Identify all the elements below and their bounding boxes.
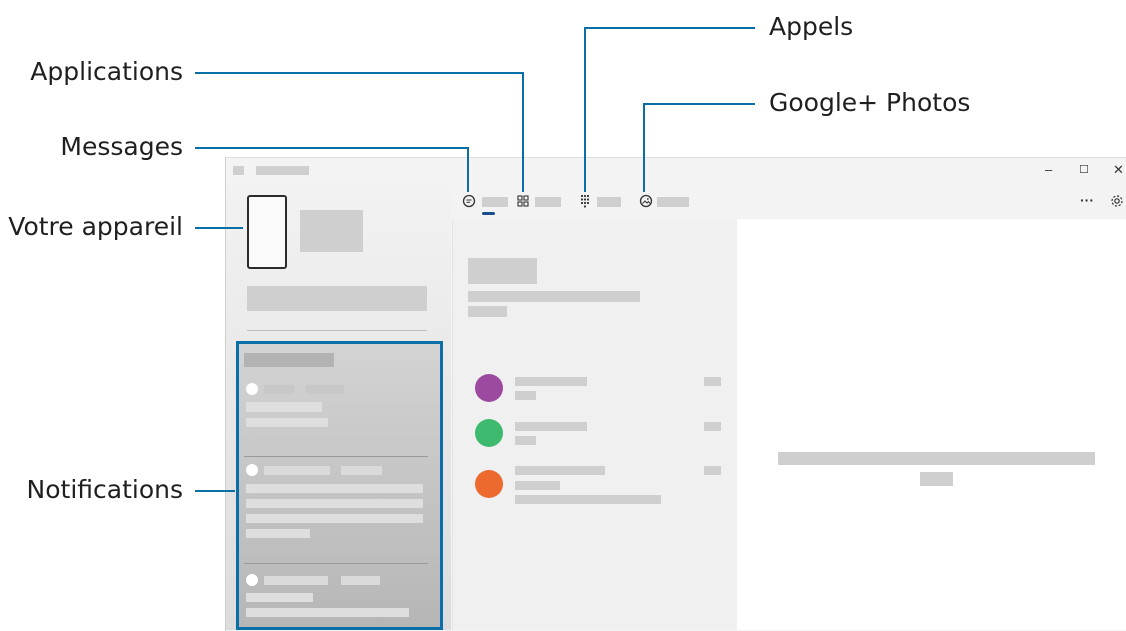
- calls-leader-line: [584, 27, 755, 29]
- notification-app-icon: [246, 574, 258, 586]
- more-options-button[interactable]: ···: [1080, 192, 1094, 208]
- notification-body: [246, 514, 423, 523]
- close-button[interactable]: ✕: [1113, 163, 1124, 177]
- conversation-name[interactable]: [515, 466, 605, 475]
- dialpad-icon[interactable]: [580, 194, 590, 208]
- callout-google-photos: Google+ Photos: [769, 88, 971, 117]
- messages-subtitle: [468, 291, 640, 302]
- messages-tab-label[interactable]: [482, 197, 508, 207]
- messages-leader-line: [467, 147, 469, 192]
- callout-messages: Messages: [60, 132, 183, 161]
- sidebar-divider: [247, 330, 427, 331]
- photos-tab-label[interactable]: [657, 197, 689, 207]
- applications-leader-line: [195, 72, 524, 74]
- conversation-snippet[interactable]: [515, 495, 661, 504]
- apps-grid-icon[interactable]: [517, 195, 529, 207]
- minimize-button[interactable]: –: [1045, 163, 1052, 177]
- conversation-snippet[interactable]: [515, 391, 536, 400]
- device-leader-line: [195, 227, 243, 229]
- app-icon: [233, 166, 244, 175]
- notification-divider: [244, 456, 428, 457]
- conversation-name[interactable]: [515, 422, 587, 431]
- notifications-leader-line: [195, 490, 235, 492]
- contact-avatar[interactable]: [475, 470, 503, 498]
- conversation-pane: [737, 219, 1126, 630]
- conversation-time: [704, 422, 721, 431]
- photos-leader-line: [643, 103, 645, 192]
- messages-tab-icon[interactable]: [462, 194, 476, 208]
- phone-icon[interactable]: [247, 195, 287, 269]
- conversation-time: [704, 466, 721, 475]
- notification-time: [306, 385, 344, 394]
- notification-body: [246, 499, 423, 508]
- empty-state-text: [778, 452, 1095, 465]
- notification-app-name: [264, 466, 330, 475]
- callout-votre-appareil: Votre appareil: [8, 212, 183, 241]
- calls-tab-label[interactable]: [597, 197, 621, 207]
- notification-body: [246, 418, 328, 427]
- callout-applications: Applications: [30, 57, 183, 86]
- notification-app-name: [264, 576, 328, 585]
- notification-title: [246, 402, 322, 412]
- empty-state-button[interactable]: [920, 472, 953, 486]
- notification-body: [246, 484, 423, 493]
- notification-body: [246, 529, 310, 538]
- messages-subtitle-2: [468, 306, 507, 317]
- notification-time: [341, 466, 382, 475]
- conversation-time: [704, 377, 721, 386]
- photos-tab-icon[interactable]: [639, 194, 653, 208]
- notification-divider: [244, 563, 428, 564]
- notification-app-icon: [246, 383, 258, 395]
- notification-app-icon: [246, 464, 258, 476]
- callout-notifications: Notifications: [26, 475, 183, 504]
- settings-gear-icon[interactable]: [1110, 194, 1124, 208]
- messages-heading: [468, 258, 537, 284]
- active-tab-indicator: [482, 212, 495, 215]
- notification-app-name: [264, 385, 294, 394]
- contact-avatar[interactable]: [475, 374, 503, 402]
- conversation-name[interactable]: [515, 377, 587, 386]
- conversation-snippet[interactable]: [515, 481, 560, 490]
- callout-appels: Appels: [769, 12, 854, 41]
- photos-leader-line: [643, 103, 755, 105]
- title-bar: [226, 158, 1126, 184]
- notifications-header: [244, 353, 334, 367]
- maximize-button[interactable]: ☐: [1079, 163, 1089, 177]
- applications-leader-line: [522, 72, 524, 192]
- notification-body: [246, 608, 409, 617]
- calls-leader-line: [584, 27, 586, 192]
- contact-avatar[interactable]: [475, 419, 503, 447]
- device-name: [300, 210, 363, 252]
- apps-tab-label[interactable]: [535, 197, 561, 207]
- device-status: [247, 286, 427, 311]
- messages-leader-line: [195, 147, 469, 149]
- notification-time: [341, 576, 380, 585]
- notification-body: [246, 593, 313, 602]
- app-title: [256, 166, 309, 175]
- conversation-snippet[interactable]: [515, 436, 536, 445]
